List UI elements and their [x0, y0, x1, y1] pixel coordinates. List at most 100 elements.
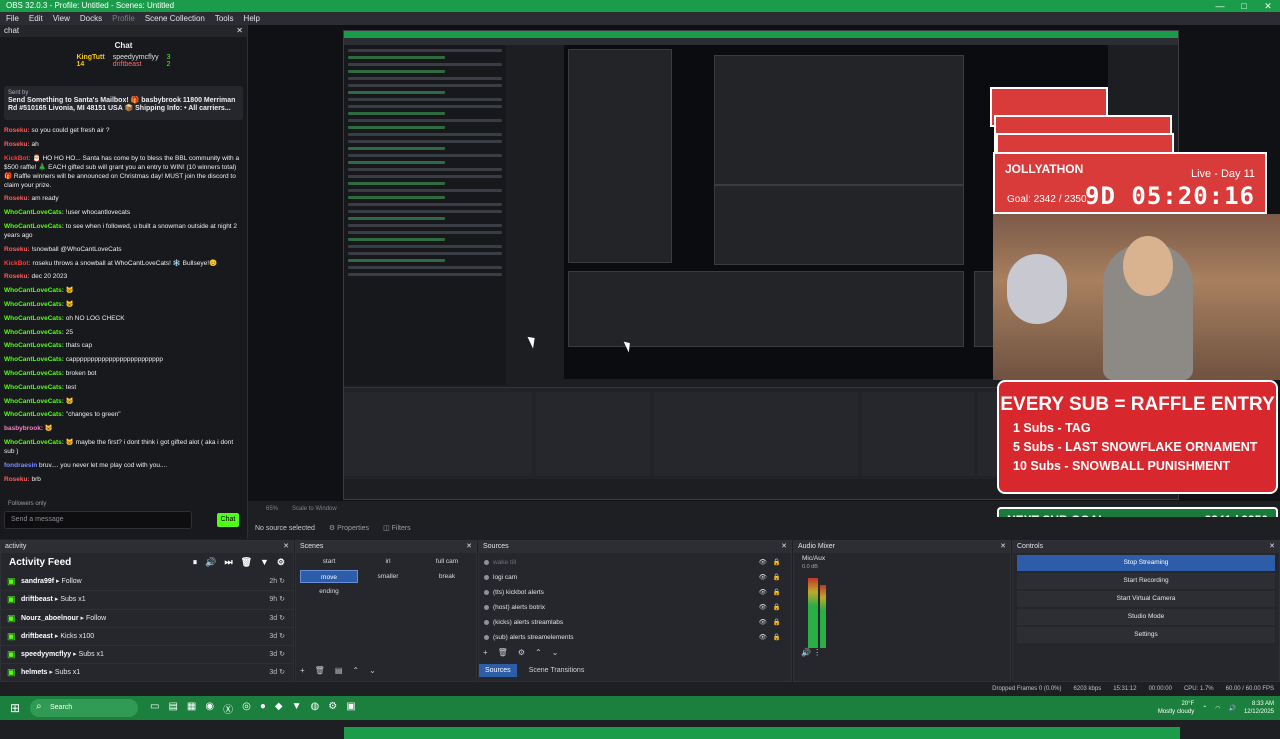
chevron-down-icon[interactable]: ⌄: [552, 648, 559, 657]
menu-file[interactable]: File: [6, 12, 19, 25]
replay-icon[interactable]: ↻: [279, 596, 285, 603]
chat-username[interactable]: WhoCantLoveCats:: [4, 398, 64, 405]
chat-username[interactable]: WhoCantLoveCats:: [4, 411, 64, 418]
menu-profile[interactable]: Profile: [112, 12, 135, 25]
eye-icon[interactable]: 👁: [759, 615, 767, 630]
chrome-icon[interactable]: ◎: [242, 701, 251, 716]
eye-icon[interactable]: 👁: [759, 585, 767, 600]
chevron-up-icon[interactable]: ⌃: [1202, 705, 1207, 712]
chat-username[interactable]: WhoCantLoveCats:: [4, 356, 64, 363]
properties-button[interactable]: ⚙ Properties: [329, 524, 369, 532]
trash-icon[interactable]: 🗑: [315, 666, 325, 675]
settings-icon[interactable]: ⚙: [328, 701, 337, 716]
close-icon[interactable]: ✕: [1000, 541, 1006, 553]
eye-icon[interactable]: 👁: [759, 600, 767, 615]
xbox-icon[interactable]: Ⓧ: [223, 701, 233, 716]
eye-icon[interactable]: 👁: [759, 555, 767, 570]
tab-scene-transitions[interactable]: Scene Transitions: [523, 664, 591, 677]
lock-icon[interactable]: 🔒: [773, 615, 781, 630]
wifi-icon[interactable]: ◠: [1215, 705, 1220, 712]
source-row[interactable]: (kicks) alerts streamlabs 👁 🔒: [479, 615, 791, 630]
file-explorer-icon[interactable]: ▤: [168, 701, 177, 716]
filter-icon[interactable]: ▤: [335, 666, 343, 675]
scene-irl[interactable]: irl: [359, 555, 417, 568]
close-icon[interactable]: ✕: [466, 541, 472, 553]
chat-username[interactable]: fondraesin: [4, 462, 37, 469]
volume-icon[interactable]: 🔊: [1228, 705, 1235, 712]
kick-icon[interactable]: ▣: [346, 701, 355, 716]
scene-start[interactable]: start: [300, 555, 358, 568]
close-icon[interactable]: ✕: [781, 541, 787, 553]
scene-smaller[interactable]: smaller: [359, 570, 417, 583]
eye-icon[interactable]: 👁: [759, 630, 767, 645]
brave-icon[interactable]: ▼: [292, 701, 302, 716]
chat-username[interactable]: basbybrook:: [4, 425, 43, 432]
chat-username[interactable]: WhoCantLoveCats:: [4, 384, 64, 391]
chat-username[interactable]: Roseku:: [4, 273, 30, 280]
scene-full-cam[interactable]: full cam: [418, 555, 476, 568]
close-icon[interactable]: ✕: [283, 541, 289, 553]
menu-docks[interactable]: Docks: [80, 12, 102, 25]
chat-username[interactable]: WhoCantLoveCats:: [4, 439, 64, 446]
chat-username[interactable]: KickBot:: [4, 260, 31, 267]
add-icon[interactable]: +: [300, 666, 305, 675]
activity-row[interactable]: ▣ driftbeast ▸ Subs x1 9h ↻: [1, 591, 293, 610]
chat-username[interactable]: Roseku:: [4, 476, 30, 483]
filter-icon[interactable]: ▼: [260, 557, 269, 568]
chat-messages[interactable]: Roseku: so you could get fresh air ? Rose…: [0, 126, 247, 494]
scale-mode[interactable]: Scale to Window: [292, 501, 337, 517]
zoom-level[interactable]: 65%: [266, 501, 278, 517]
scene-break[interactable]: break: [418, 570, 476, 583]
gear-icon[interactable]: ⚙: [518, 648, 525, 657]
lock-icon[interactable]: 🔒: [773, 600, 781, 615]
filters-button[interactable]: ◫ Filters: [383, 524, 411, 532]
skip-icon[interactable]: ⏭: [224, 557, 232, 568]
steam-icon[interactable]: ◉: [205, 701, 214, 716]
taskbar-clock[interactable]: 8:33 AM 12/12/2025: [1244, 700, 1274, 716]
volume-icon[interactable]: 🔊: [205, 557, 216, 568]
trash-icon[interactable]: 🗑: [241, 557, 252, 568]
menu-tools[interactable]: Tools: [215, 12, 234, 25]
replay-icon[interactable]: ↻: [279, 615, 285, 622]
spotify-icon[interactable]: ●: [260, 701, 266, 716]
replay-icon[interactable]: ↻: [279, 633, 285, 640]
menu-help[interactable]: Help: [244, 12, 260, 25]
activity-row[interactable]: ▣ helmets ▸ Subs x1 3d ↻: [1, 664, 293, 683]
gear-icon[interactable]: ⚙: [277, 557, 285, 568]
chat-send-button[interactable]: Chat: [217, 513, 239, 527]
chat-username[interactable]: WhoCantLoveCats:: [4, 342, 64, 349]
chat-username[interactable]: WhoCantLoveCats:: [4, 370, 64, 377]
pinned-message[interactable]: Sent by Send Something to Santa's Mailbo…: [4, 86, 243, 120]
eye-icon[interactable]: 👁: [759, 570, 767, 585]
source-row[interactable]: (host) alerts botrix 👁 🔒: [479, 600, 791, 615]
close-icon[interactable]: ✕: [1269, 541, 1275, 553]
close-button[interactable]: ✕: [1256, 0, 1280, 12]
lock-icon[interactable]: 🔒: [773, 585, 781, 600]
lock-icon[interactable]: 🔒: [773, 630, 781, 645]
chevron-down-icon[interactable]: ⌄: [369, 666, 376, 675]
audio-meter[interactable]: [808, 578, 818, 648]
source-row[interactable]: logi cam 👁 🔒: [479, 570, 791, 585]
chat-username[interactable]: WhoCantLoveCats:: [4, 209, 64, 216]
chat-username[interactable]: WhoCantLoveCats:: [4, 287, 64, 294]
source-row[interactable]: (sub) alerts streamelements 👁 🔒: [479, 630, 791, 645]
weather[interactable]: 20°F Mostly cloudy: [1158, 700, 1194, 716]
replay-icon[interactable]: ↻: [279, 651, 285, 658]
windows-start-icon[interactable]: ⊞: [0, 701, 30, 715]
chat-username[interactable]: WhoCantLoveCats:: [4, 329, 64, 336]
studio-mode-button[interactable]: Studio Mode: [1017, 609, 1275, 625]
chat-username[interactable]: WhoCantLoveCats:: [4, 223, 64, 230]
start-recording-button[interactable]: Start Recording: [1017, 573, 1275, 589]
scene-move[interactable]: move: [300, 570, 358, 583]
settings-button[interactable]: Settings: [1017, 627, 1275, 643]
chevron-up-icon[interactable]: ⌃: [352, 666, 359, 675]
activity-row[interactable]: ▣ speedyymcflyy ▸ Subs x1 3d ↻: [1, 646, 293, 665]
pause-icon[interactable]: ⏸: [193, 557, 198, 568]
obs-icon[interactable]: ◍: [310, 701, 319, 716]
chat-username[interactable]: KickBot:: [4, 155, 31, 162]
chat-username[interactable]: Roseku:: [4, 195, 30, 202]
menu-edit[interactable]: Edit: [29, 12, 43, 25]
lock-icon[interactable]: 🔒: [773, 555, 781, 570]
replay-icon[interactable]: ↻: [279, 669, 285, 676]
discord-icon[interactable]: ◆: [275, 701, 283, 716]
